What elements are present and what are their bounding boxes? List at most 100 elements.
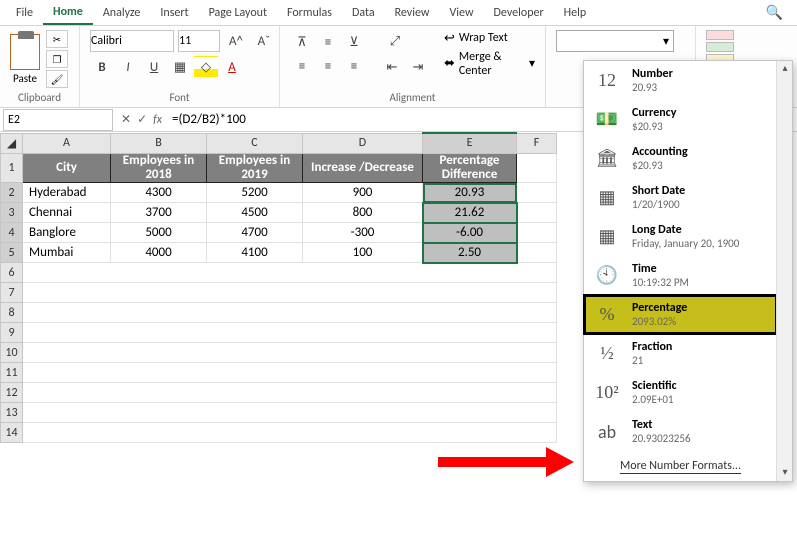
align-center-button[interactable]: ≡ — [316, 55, 340, 77]
paste-icon[interactable] — [10, 34, 40, 70]
cell-E2[interactable]: 20.93 — [423, 183, 517, 203]
merge-center-button[interactable]: ⬌Merge & Center ▾ — [444, 50, 535, 78]
align-top-button[interactable]: ⊼ — [290, 31, 314, 53]
menu-file[interactable]: File — [6, 2, 43, 24]
format-scientific[interactable]: 10² Scientific2.09E+01 — [584, 373, 777, 412]
font-family-select[interactable] — [90, 30, 174, 52]
scroll-up-icon[interactable]: ▴ — [777, 61, 793, 77]
font-color-button[interactable]: A — [220, 56, 244, 78]
format-long-date[interactable]: ▦ Long DateFriday, January 20, 1900 — [584, 217, 777, 256]
row-4[interactable]: 4 — [1, 223, 23, 243]
row-6[interactable]: 6 — [1, 263, 23, 283]
col-A[interactable]: A — [23, 133, 111, 153]
format-accounting[interactable]: 🏛 Accounting$20.93 — [584, 139, 777, 178]
italic-button[interactable]: I — [116, 56, 140, 78]
header-diff[interactable]: Increase /Decrease — [303, 153, 423, 183]
align-bottom-button[interactable]: ⊻ — [342, 31, 366, 53]
cut-button[interactable]: ✂ — [46, 30, 68, 48]
fx-icon[interactable]: fx — [153, 113, 162, 127]
number-format-select[interactable]: ▾ — [556, 30, 674, 52]
align-middle-button[interactable]: ≡ — [316, 31, 340, 53]
cell-A5[interactable]: Mumbai — [23, 243, 111, 263]
col-E[interactable]: E — [423, 133, 517, 153]
menu-developer[interactable]: Developer — [484, 2, 554, 24]
row-12[interactable]: 12 — [1, 383, 23, 403]
format-time[interactable]: 🕙 Time10:19:32 PM — [584, 256, 777, 295]
menu-data[interactable]: Data — [342, 2, 385, 24]
cell-A3[interactable]: Chennai — [23, 203, 111, 223]
search-icon[interactable]: 🔍 — [758, 4, 791, 21]
menu-formulas[interactable]: Formulas — [277, 2, 342, 24]
format-short-date[interactable]: ▦ Short Date1/20/1900 — [584, 178, 777, 217]
cell-A2[interactable]: Hyderabad — [23, 183, 111, 203]
menu-analyze[interactable]: Analyze — [93, 2, 151, 24]
row-2[interactable]: 2 — [1, 183, 23, 203]
row-7[interactable]: 7 — [1, 283, 23, 303]
cell-D4[interactable]: -300 — [303, 223, 423, 243]
cell-E3[interactable]: 21.62 — [423, 203, 517, 223]
menu-review[interactable]: Review — [385, 2, 440, 24]
cell-E4[interactable]: -6.00 — [423, 223, 517, 243]
more-number-formats[interactable]: More Number Formats... — [584, 451, 777, 481]
col-F[interactable]: F — [517, 133, 557, 153]
menu-view[interactable]: View — [439, 2, 483, 24]
font-size-select[interactable] — [178, 30, 220, 52]
cell-D5[interactable]: 100 — [303, 243, 423, 263]
format-text[interactable]: ab Text20.93023256 — [584, 412, 777, 451]
cell-B5[interactable]: 4000 — [111, 243, 207, 263]
orientation-button[interactable]: ⤢ — [380, 30, 410, 52]
fill-color-button[interactable]: ◇ — [194, 56, 218, 78]
cell-D2[interactable]: 900 — [303, 183, 423, 203]
dropdown-scrollbar[interactable]: ▴ ▾ — [776, 61, 792, 481]
enter-formula-icon[interactable]: ✓ — [137, 112, 147, 127]
header-pct[interactable]: Percentage Difference — [423, 153, 517, 183]
underline-button[interactable]: U — [142, 56, 166, 78]
header-e18[interactable]: Employees in 2018 — [111, 153, 207, 183]
col-B[interactable]: B — [111, 133, 207, 153]
format-percentage[interactable]: % Percentage2093.02% — [584, 295, 777, 334]
cell-C4[interactable]: 4700 — [207, 223, 303, 243]
select-all-corner[interactable]: ◢ — [1, 133, 23, 153]
cancel-formula-icon[interactable]: ✕ — [121, 112, 131, 127]
align-right-button[interactable]: ≡ — [342, 55, 366, 77]
menu-page-layout[interactable]: Page Layout — [199, 2, 277, 24]
cell-E5[interactable]: 2.50 — [423, 243, 517, 263]
wrap-text-button[interactable]: ↩Wrap Text — [444, 31, 535, 46]
row-9[interactable]: 9 — [1, 323, 23, 343]
format-number[interactable]: 12 Number20.93 — [584, 61, 777, 100]
cell-B2[interactable]: 4300 — [111, 183, 207, 203]
cell-B4[interactable]: 5000 — [111, 223, 207, 243]
decrease-font-button[interactable]: Aˇ — [252, 30, 276, 52]
col-C[interactable]: C — [207, 133, 303, 153]
row-14[interactable]: 14 — [1, 423, 23, 443]
decrease-indent-button[interactable]: ⇤ — [380, 56, 404, 78]
format-painter-button[interactable]: 🖌 — [46, 70, 68, 88]
grid[interactable]: ◢ A B C D E F 1 City Employees in 2018 E… — [0, 132, 557, 443]
header-city[interactable]: City — [23, 153, 111, 183]
cell-C5[interactable]: 4100 — [207, 243, 303, 263]
cell-D3[interactable]: 800 — [303, 203, 423, 223]
align-left-button[interactable]: ≡ — [290, 55, 314, 77]
row-11[interactable]: 11 — [1, 363, 23, 383]
increase-indent-button[interactable]: ⇥ — [406, 56, 430, 78]
copy-button[interactable]: ❐ — [46, 50, 68, 68]
scroll-down-icon[interactable]: ▾ — [777, 465, 793, 481]
cell-B3[interactable]: 3700 — [111, 203, 207, 223]
bold-button[interactable]: B — [90, 56, 114, 78]
row-8[interactable]: 8 — [1, 303, 23, 323]
format-fraction[interactable]: ½ Fraction21 — [584, 334, 777, 373]
increase-font-button[interactable]: A^ — [224, 30, 248, 52]
format-currency[interactable]: 💵 Currency$20.93 — [584, 100, 777, 139]
col-D[interactable]: D — [303, 133, 423, 153]
cell-A4[interactable]: Banglore — [23, 223, 111, 243]
menu-insert[interactable]: Insert — [150, 2, 198, 24]
row-3[interactable]: 3 — [1, 203, 23, 223]
row-10[interactable]: 10 — [1, 343, 23, 363]
name-box[interactable] — [3, 109, 113, 131]
paste-label[interactable]: Paste — [13, 72, 37, 85]
row-5[interactable]: 5 — [1, 243, 23, 263]
cell-C3[interactable]: 4500 — [207, 203, 303, 223]
menu-help[interactable]: Help — [554, 2, 597, 24]
cell-C2[interactable]: 5200 — [207, 183, 303, 203]
header-e19[interactable]: Employees in 2019 — [207, 153, 303, 183]
